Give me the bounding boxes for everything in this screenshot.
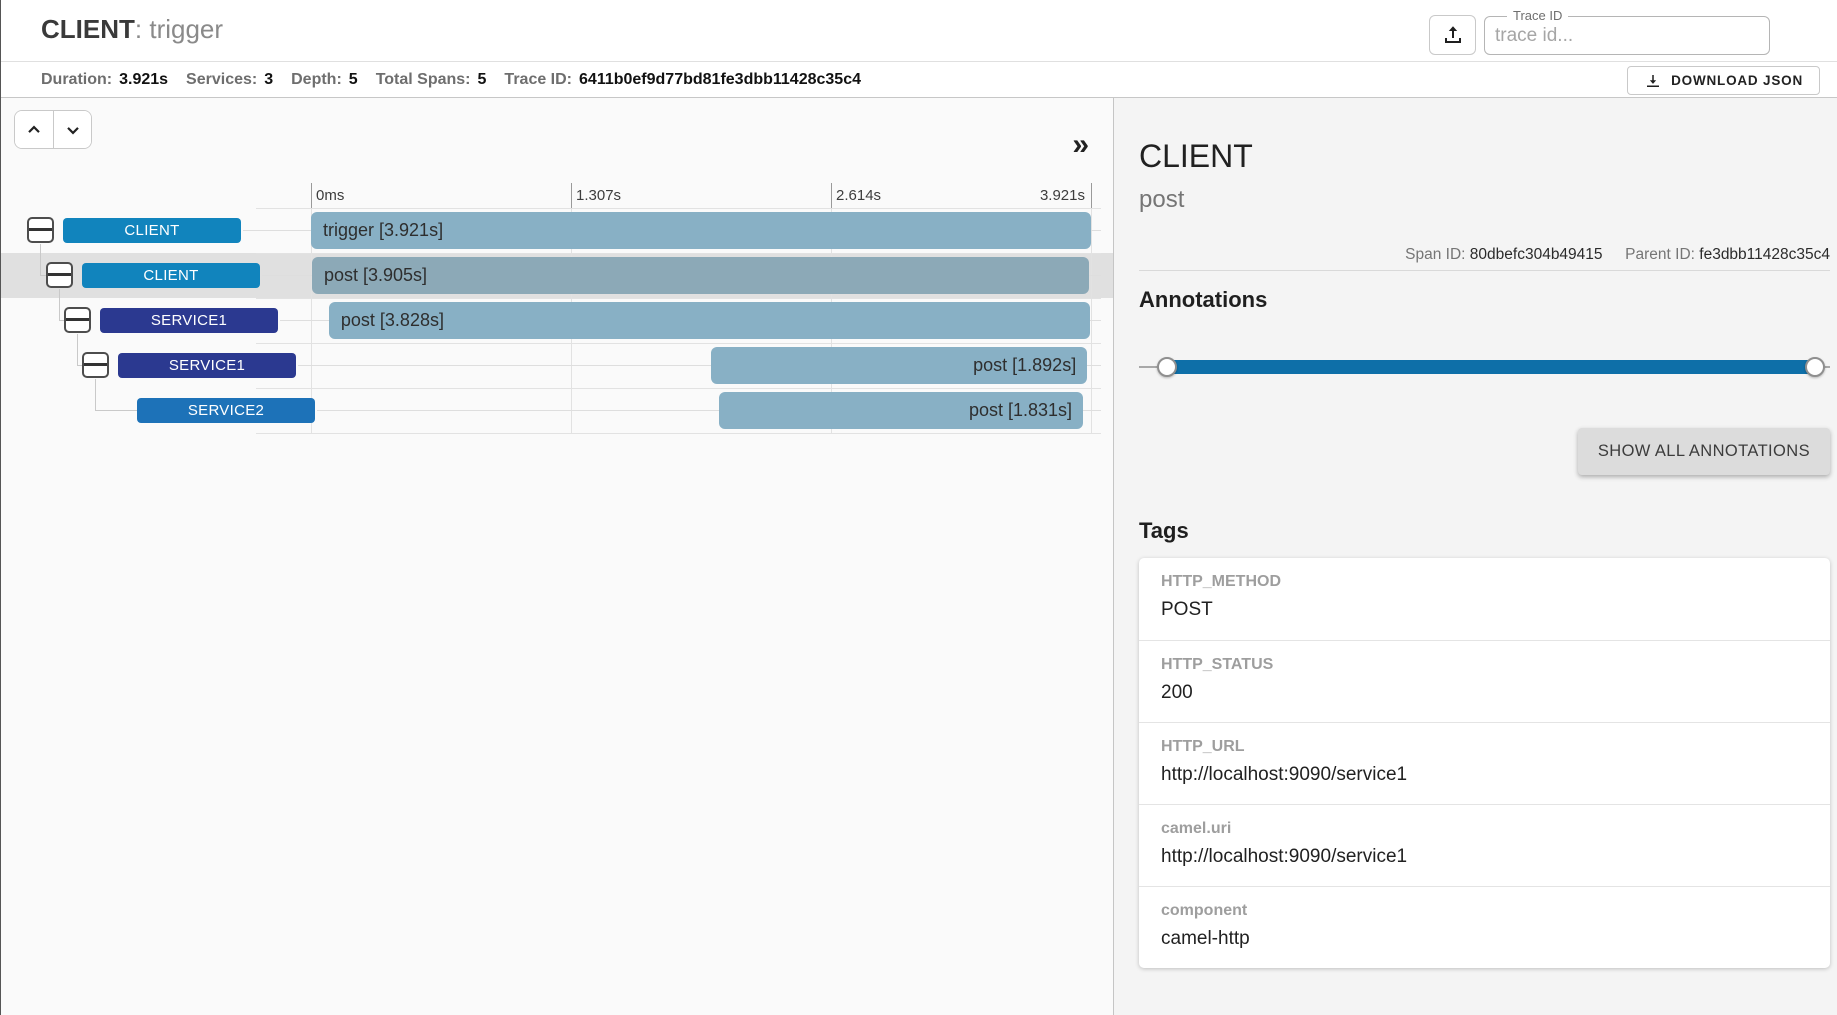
page-title-operation: trigger bbox=[149, 14, 223, 44]
service-badge[interactable]: SERVICE1 bbox=[100, 308, 278, 333]
trace-stat-value: 5 bbox=[349, 71, 358, 88]
tag-row: HTTP_URL http://localhost:9090/service1 bbox=[1139, 722, 1830, 804]
trace-stat-value: 5 bbox=[478, 71, 487, 88]
chevron-down-icon bbox=[63, 120, 83, 140]
trace-stat-label: Depth: bbox=[291, 71, 342, 88]
tag-key: HTTP_METHOD bbox=[1161, 573, 1830, 591]
tag-value: POST bbox=[1161, 599, 1830, 621]
trace-stat: Depth: 5 bbox=[291, 71, 358, 89]
next-span-button[interactable] bbox=[53, 111, 91, 148]
trace-stat: Services: 3 bbox=[186, 71, 273, 89]
tag-row: camel.uri http://localhost:9090/service1 bbox=[1139, 804, 1830, 886]
parent-id-value: fe3dbb11428c35c4 bbox=[1699, 246, 1830, 263]
trace-stat-value: 6411b0ef9d77bd81fe3dbb11428c35c4 bbox=[579, 71, 861, 88]
chevron-up-icon bbox=[24, 120, 44, 140]
page-title-service: CLIENT bbox=[41, 14, 135, 44]
header: CLIENT: trigger Trace ID bbox=[1, 0, 1837, 62]
upload-icon bbox=[1441, 23, 1465, 47]
trace-stat-label: Total Spans: bbox=[376, 71, 471, 88]
trace-id-field-wrap: Trace ID bbox=[1484, 16, 1770, 55]
trace-id-field-label: Trace ID bbox=[1507, 8, 1568, 23]
tag-value: http://localhost:9090/service1 bbox=[1161, 764, 1830, 786]
trace-stats-bar: Duration:3.921sServices:3Depth:5Total Sp… bbox=[1, 62, 1837, 98]
tag-row: HTTP_STATUS 200 bbox=[1139, 640, 1830, 722]
span-duration-bar[interactable]: post [1.892s] bbox=[711, 347, 1087, 384]
trace-viewer-app: CLIENT: trigger Trace ID Duration: 3.921s… bbox=[0, 0, 1837, 1015]
tag-value: camel-http bbox=[1161, 928, 1830, 950]
span-navigation-group bbox=[14, 110, 92, 149]
trace-stats-items: Duration:3.921sServices:3Depth:5Total Sp… bbox=[41, 71, 879, 89]
collapse-span-toggle[interactable] bbox=[27, 217, 54, 243]
slider-selected-range[interactable] bbox=[1167, 360, 1815, 374]
tag-row: component camel-http bbox=[1139, 886, 1830, 968]
page-title-separator: : bbox=[135, 14, 149, 44]
service-badge[interactable]: SERVICE2 bbox=[137, 398, 315, 423]
tag-value: http://localhost:9090/service1 bbox=[1161, 846, 1830, 868]
download-json-label: DOWNLOAD JSON bbox=[1671, 73, 1803, 88]
span-duration-bar[interactable]: post [3.828s] bbox=[329, 302, 1090, 339]
trace-stat: Total Spans: 5 bbox=[376, 71, 487, 89]
trace-stat-value: 3 bbox=[264, 71, 273, 88]
detail-divider bbox=[1139, 270, 1830, 271]
annotations-range-slider bbox=[1139, 353, 1830, 381]
main: 0ms1.307s2.614s3.921s CLIENTtrigger [3.9… bbox=[1, 98, 1837, 1015]
trace-stat-label: Duration: bbox=[41, 71, 112, 88]
tag-key: HTTP_STATUS bbox=[1161, 656, 1830, 674]
trace-stat-label: Trace ID: bbox=[504, 71, 572, 88]
collapse-detail-panel-button[interactable]: » bbox=[1072, 130, 1089, 160]
span-id-label: Span ID: bbox=[1405, 246, 1465, 263]
span-id-value: 80dbefc304b49415 bbox=[1470, 246, 1603, 263]
trace-stat-value: 3.921s bbox=[119, 71, 168, 88]
tags-title: Tags bbox=[1139, 518, 1189, 544]
trace-stat: Trace ID: 6411b0ef9d77bd81fe3dbb11428c35c… bbox=[504, 71, 861, 89]
slider-handle-right[interactable] bbox=[1805, 357, 1825, 377]
tag-key: component bbox=[1161, 902, 1830, 920]
service-badge[interactable]: SERVICE1 bbox=[118, 353, 296, 378]
trace-stat: Duration: 3.921s bbox=[41, 71, 168, 89]
trace-stat-label: Services: bbox=[186, 71, 257, 88]
tag-key: camel.uri bbox=[1161, 820, 1830, 838]
trace-timeline-panel: 0ms1.307s2.614s3.921s CLIENTtrigger [3.9… bbox=[1, 98, 1114, 1015]
show-all-annotations-button[interactable]: SHOW ALL ANNOTATIONS bbox=[1578, 428, 1830, 475]
tags-card: HTTP_METHOD POST HTTP_STATUS 200 HTTP_URLhtt… bbox=[1139, 558, 1830, 968]
collapse-span-toggle[interactable] bbox=[46, 262, 73, 288]
annotations-title: Annotations bbox=[1139, 287, 1267, 313]
service-badge[interactable]: CLIENT bbox=[63, 218, 241, 243]
download-json-button[interactable]: DOWNLOAD JSON bbox=[1627, 66, 1820, 95]
collapse-span-toggle[interactable] bbox=[82, 352, 109, 378]
upload-trace-button[interactable] bbox=[1429, 15, 1476, 55]
tag-value: 200 bbox=[1161, 682, 1830, 704]
slider-handle-left[interactable] bbox=[1157, 357, 1177, 377]
service-badge[interactable]: CLIENT bbox=[82, 263, 260, 288]
previous-span-button[interactable] bbox=[15, 111, 53, 148]
page-title: CLIENT: trigger bbox=[41, 14, 223, 45]
span-duration-bar[interactable]: trigger [3.921s] bbox=[311, 212, 1091, 249]
detail-operation-name: post bbox=[1139, 186, 1184, 214]
tag-row: HTTP_METHOD POST bbox=[1139, 558, 1830, 640]
detail-service-name: CLIENT bbox=[1139, 138, 1253, 175]
span-duration-bar[interactable]: post [3.905s] bbox=[312, 257, 1089, 294]
tag-key: HTTP_URL bbox=[1161, 738, 1830, 756]
span-detail-panel: CLIENT post Span ID: 80dbefc304b49415 Pa… bbox=[1114, 98, 1837, 1015]
parent-id-label: Parent ID: bbox=[1625, 246, 1695, 263]
span-rows: CLIENT trigger [3.921s] CLIENT post [3.905s… bbox=[1, 98, 1113, 1015]
download-icon bbox=[1644, 72, 1662, 90]
span-duration-bar[interactable]: post [1.831s] bbox=[719, 392, 1083, 429]
detail-span-ids: Span ID: 80dbefc304b49415 Parent ID: fe3… bbox=[1405, 246, 1830, 264]
collapse-span-toggle[interactable] bbox=[64, 307, 91, 333]
